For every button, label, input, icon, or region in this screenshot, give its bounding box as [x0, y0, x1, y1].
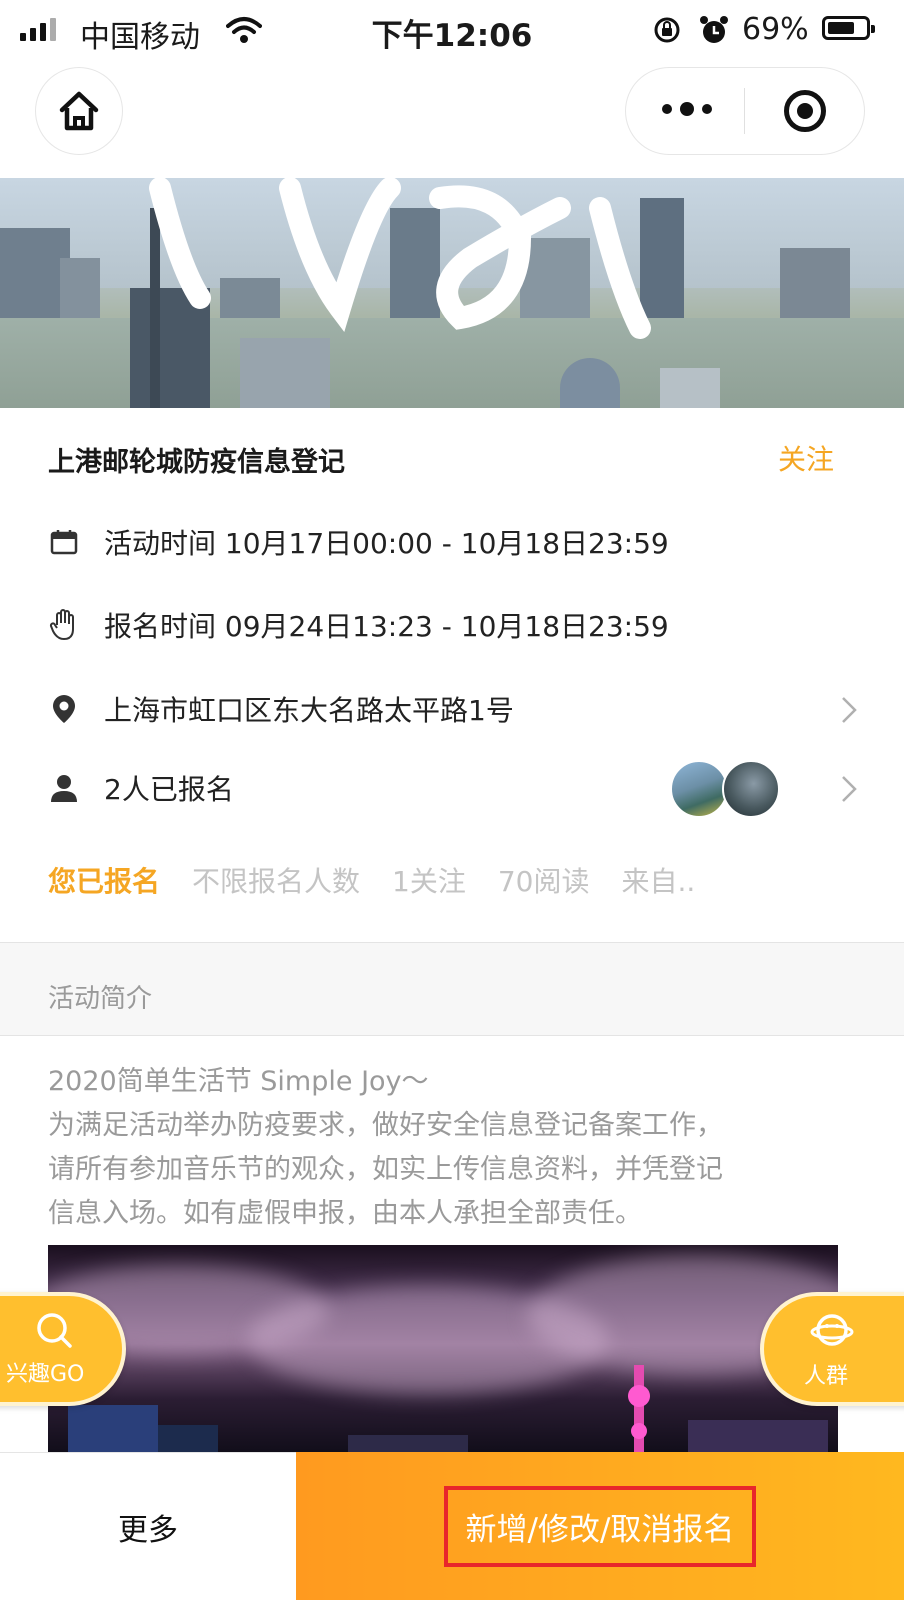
crowd-label: 人群: [804, 1364, 849, 1389]
signup-time-row: 报名时间 09月24日13:23 - 10月18日23:59: [48, 605, 858, 645]
event-stats: 您已报名 不限报名人数 1关注 70阅读 来自..: [48, 858, 727, 902]
address-row[interactable]: 上海市虹口区东大名路太平路1号: [48, 689, 858, 729]
description-line: 请所有参加音乐节的观众，如实上传信息资料，并凭登记: [48, 1154, 723, 1185]
rotation-lock-icon: [654, 17, 680, 43]
bottom-action-bar: 更多 新增/修改/取消报名: [0, 1452, 904, 1600]
registrant-avatars[interactable]: [670, 760, 782, 818]
description-line: 为满足活动举办防疫要求，做好安全信息登记备案工作，: [48, 1110, 723, 1141]
signup-limit: 不限报名人数: [192, 865, 361, 898]
alarm-icon: [700, 16, 728, 43]
more-button[interactable]: 更多: [0, 1452, 296, 1600]
follow-count: 1关注: [392, 865, 466, 898]
event-photo: [48, 1245, 838, 1465]
activity-time-row: 活动时间 10月17日00:00 - 10月18日23:59: [48, 522, 858, 562]
event-description: 2020简单生活节 Simple Joy～ 为满足活动举办防疫要求，做好安全信息…: [48, 1060, 848, 1236]
person-icon: [48, 772, 80, 804]
chevron-right-icon: [842, 776, 857, 802]
location-pin-icon: [48, 693, 80, 725]
chevron-right-icon: [842, 697, 857, 723]
mini-program-capsule: [626, 68, 864, 154]
home-icon: [59, 91, 99, 131]
search-icon: [37, 1313, 72, 1348]
signup-time-text: 报名时间 09月24日13:23 - 10月18日23:59: [104, 610, 669, 643]
registered-count-text: 2人已报名: [104, 773, 234, 806]
description-line: 信息入场。如有虚假申报，由本人承担全部责任。: [48, 1198, 642, 1229]
read-count: 70阅读: [497, 865, 590, 898]
avatar: [722, 760, 780, 818]
address-text: 上海市虹口区东大名路太平路1号: [104, 694, 514, 727]
calendar-icon: [48, 526, 80, 558]
interest-go-label: 兴趣GO: [6, 1362, 85, 1387]
register-button[interactable]: 新增/修改/取消报名: [296, 1452, 904, 1600]
battery-icon: [822, 16, 875, 40]
follow-button[interactable]: 关注: [778, 438, 834, 478]
home-button[interactable]: [36, 68, 122, 154]
avatar: [670, 760, 728, 818]
hand-icon: [48, 609, 80, 641]
battery-percent: 69%: [742, 12, 809, 47]
banner-lettering: [149, 178, 651, 339]
section-title: 活动简介: [48, 984, 153, 1014]
more-options-icon[interactable]: [662, 102, 712, 116]
interest-go-button[interactable]: 兴趣GO: [0, 1292, 126, 1406]
planet-icon: [810, 1314, 854, 1346]
activity-time-text: 活动时间 10月17日00:00 - 10月18日23:59: [104, 527, 669, 560]
event-banner: [0, 178, 904, 408]
event-title: 上港邮轮城防疫信息登记: [48, 447, 345, 478]
source-text[interactable]: 来自..: [622, 860, 696, 900]
close-miniprogram-icon[interactable]: [784, 90, 826, 132]
description-line: 2020简单生活节 Simple Joy～: [48, 1066, 429, 1097]
status-bar: 中国移动 下午12:06 69%: [0, 0, 904, 60]
register-button-label: 新增/修改/取消报名: [443, 1485, 757, 1567]
registration-status: 您已报名: [48, 865, 161, 898]
crowd-button[interactable]: 人群: [760, 1292, 904, 1406]
